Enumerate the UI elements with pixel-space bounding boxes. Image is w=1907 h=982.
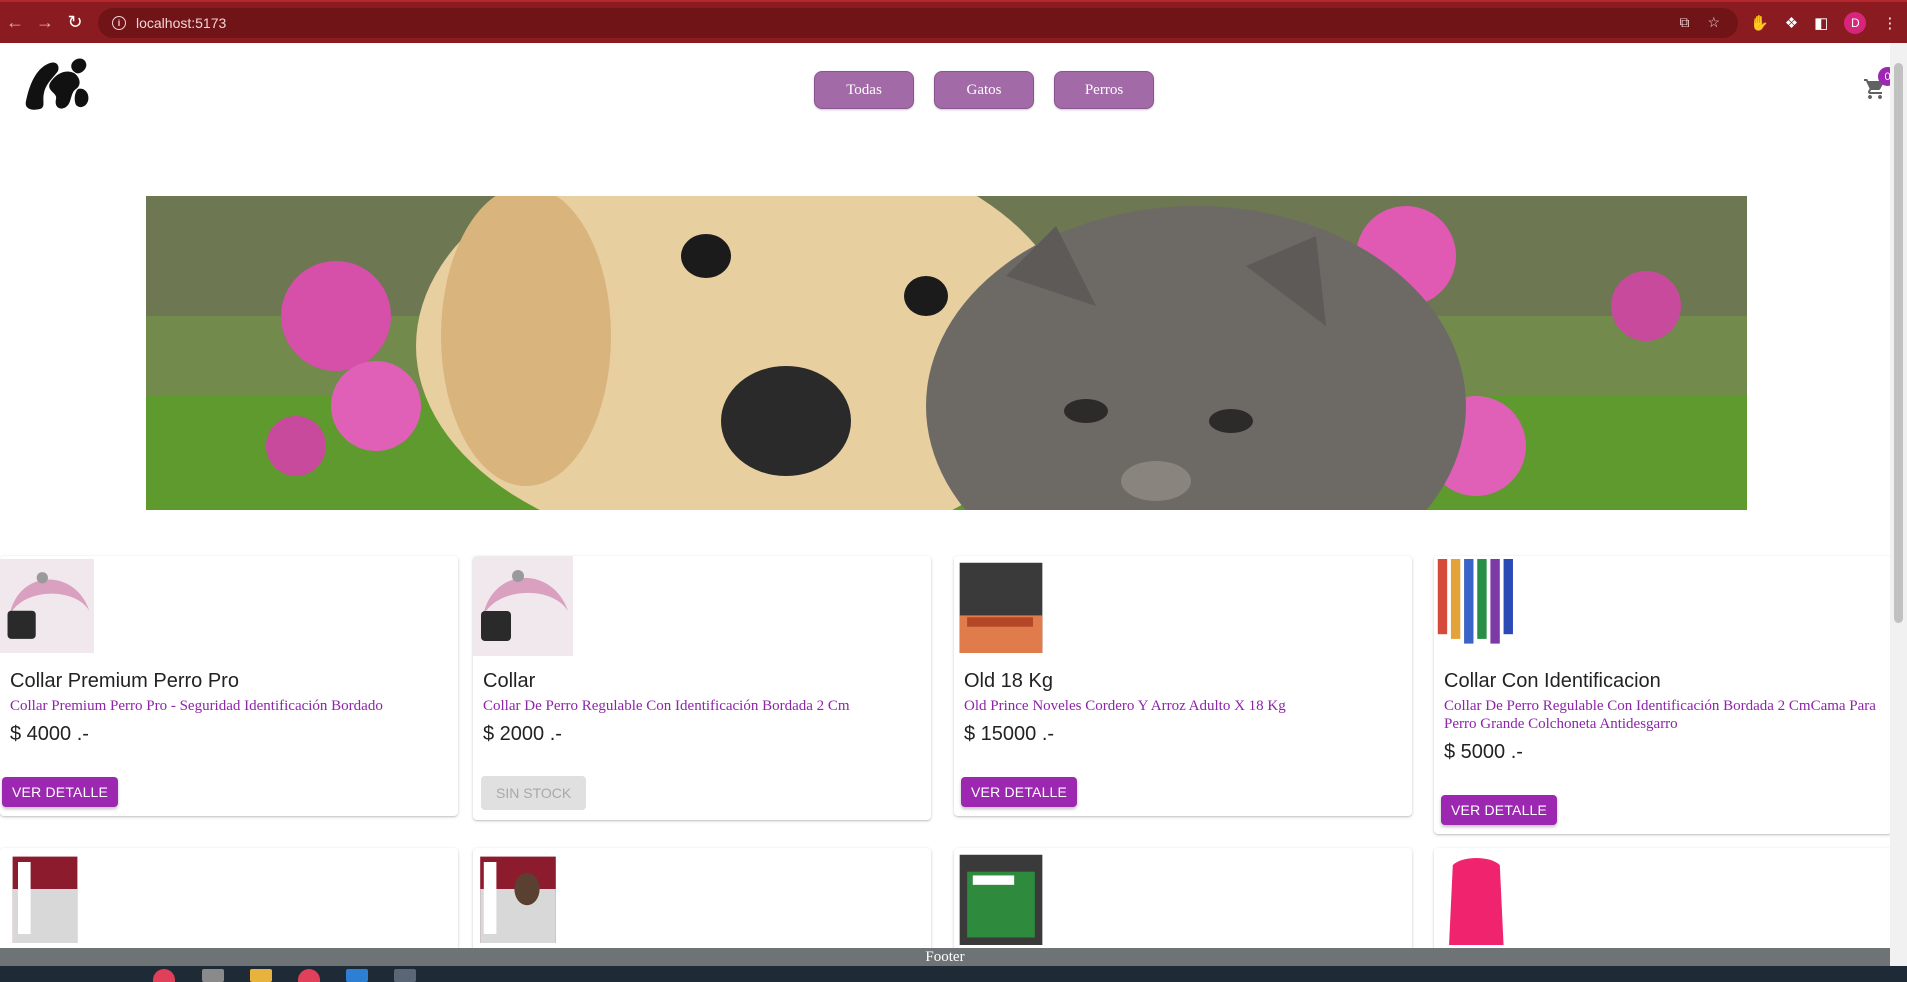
product-image-collar[interactable]: [0, 556, 94, 656]
share-icon[interactable]: ⧉: [1679, 14, 1689, 31]
extensions-puzzle-icon[interactable]: ❖: [1785, 14, 1798, 32]
product-price: $ 15000 .-: [964, 723, 1055, 745]
product-image-collar[interactable]: [473, 556, 573, 656]
taskbar-app-icon[interactable]: [298, 969, 320, 982]
view-detail-button[interactable]: VER DETALLE: [1441, 795, 1558, 825]
hero-banner-image: [146, 196, 1747, 510]
product-image-food-bag[interactable]: [473, 848, 563, 948]
back-arrow-icon[interactable]: ←: [0, 8, 30, 38]
product-title: Collar: [483, 670, 536, 692]
product-card: Collar Premium Perro Pro Collar Premium …: [0, 556, 458, 816]
page-scrollbar[interactable]: [1890, 43, 1907, 966]
product-title: Old 18 Kg: [964, 670, 1053, 692]
product-card: Collar Con Identificacion Collar De Perr…: [1434, 556, 1892, 834]
extension-hand-icon[interactable]: ✋: [1750, 14, 1769, 32]
scrollbar-thumb[interactable]: [1894, 63, 1903, 623]
product-image-food-bag[interactable]: [0, 848, 90, 948]
reload-icon[interactable]: ↻: [60, 8, 90, 38]
product-price: $ 5000 .-: [1444, 741, 1523, 763]
browser-toolbar: ← → ↻ i localhost:5173 ⧉ ☆ ✋ ❖ ◧ D ⋮: [0, 0, 1907, 43]
product-description: Collar De Perro Regulable Con Identifica…: [483, 698, 850, 714]
taskbar-folder-icon[interactable]: [250, 969, 272, 982]
forward-arrow-icon[interactable]: →: [30, 8, 60, 38]
puppy-kitten-illustration: [146, 196, 1747, 510]
product-title: Collar Premium Perro Pro: [10, 670, 239, 692]
taskbar-vscode-icon[interactable]: [346, 969, 368, 982]
taskbar-app-icon[interactable]: [394, 969, 416, 982]
app-header: Todas Gatos Perros 0: [0, 43, 1897, 138]
pets-logo[interactable]: [20, 53, 94, 113]
view-detail-button[interactable]: VER DETALLE: [2, 777, 119, 807]
product-description: Old Prince Noveles Cordero Y Arroz Adult…: [964, 698, 1286, 714]
taskbar-app-icon[interactable]: [202, 969, 224, 982]
cart-button[interactable]: 0: [1863, 67, 1897, 101]
taskbar-app-icon[interactable]: [153, 969, 175, 982]
product-image-food-bag[interactable]: [954, 848, 1048, 948]
browser-menu-icon[interactable]: ⋮: [1882, 14, 1897, 32]
category-button-perros[interactable]: Perros: [1054, 71, 1154, 109]
product-image-collars[interactable]: [1434, 556, 1528, 656]
product-price: $ 2000 .-: [483, 723, 562, 745]
product-card: Old 18 Kg Old Prince Noveles Cordero Y A…: [954, 556, 1412, 816]
bookmark-star-icon[interactable]: ☆: [1707, 14, 1720, 31]
category-button-gatos[interactable]: Gatos: [934, 71, 1034, 109]
product-title: Collar Con Identificacion: [1444, 670, 1661, 692]
address-bar[interactable]: i localhost:5173 ⧉ ☆: [98, 7, 1738, 38]
category-button-todas[interactable]: Todas: [814, 71, 914, 109]
product-image-pink-sweater[interactable]: [1434, 848, 1528, 948]
view-detail-button[interactable]: VER DETALLE: [961, 777, 1078, 807]
out-of-stock-button: SIN STOCK: [481, 776, 587, 810]
os-taskbar: [0, 966, 1907, 982]
profile-avatar[interactable]: D: [1844, 11, 1867, 34]
category-nav: Todas Gatos Perros: [814, 71, 1154, 109]
product-description: Collar Premium Perro Pro - Seguridad Ide…: [10, 698, 383, 714]
product-card: Collar Collar De Perro Regulable Con Ide…: [473, 556, 931, 820]
product-image-dog-food-bag[interactable]: [954, 556, 1048, 656]
address-url: localhost:5173: [136, 14, 227, 31]
side-panel-icon[interactable]: ◧: [1814, 14, 1828, 32]
page-footer: Footer: [0, 948, 1890, 966]
product-price: $ 4000 .-: [10, 723, 89, 745]
site-info-icon[interactable]: i: [112, 15, 126, 30]
product-description: Collar De Perro Regulable Con Identifica…: [1444, 698, 1876, 732]
